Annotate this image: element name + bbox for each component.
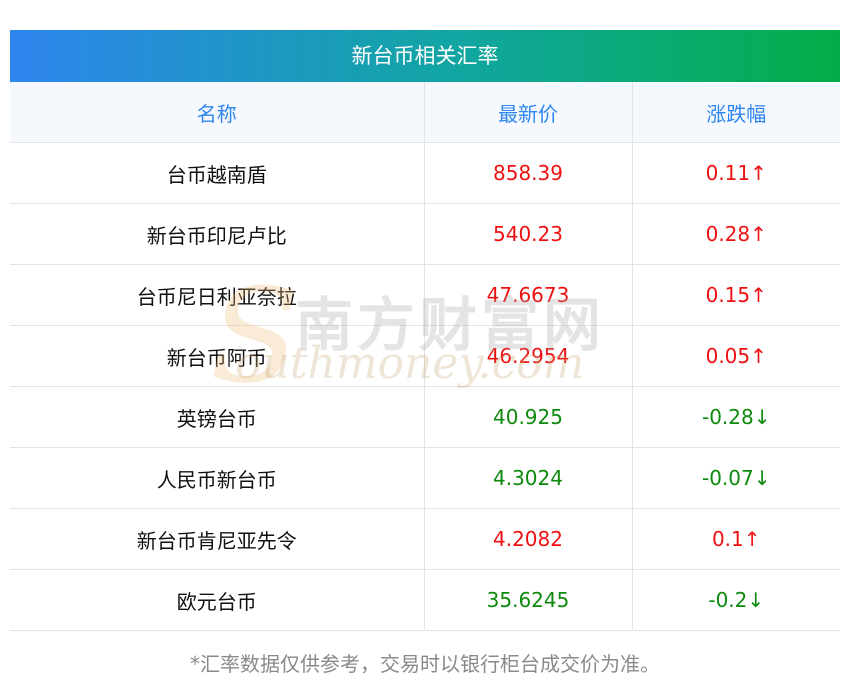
rate-table: 名称 最新价 涨跌幅 台币越南盾 858.39 0.11↑ 新台币印尼卢比 54… xyxy=(10,82,840,631)
currency-pair-name[interactable]: 台币尼日利亚奈拉 xyxy=(10,264,425,326)
table-title: 新台币相关汇率 xyxy=(10,30,840,82)
currency-pair-name[interactable]: 欧元台币 xyxy=(10,569,425,631)
latest-price: 858.39 xyxy=(424,142,633,204)
table-row[interactable]: 新台币肯尼亚先令 4.2082 0.1↑ xyxy=(10,508,840,570)
rate-card: 新台币相关汇率 名称 最新价 涨跌幅 台币越南盾 858.39 0.11↑ 新台… xyxy=(0,0,850,697)
currency-pair-name[interactable]: 新台币印尼卢比 xyxy=(10,203,425,265)
latest-price: 47.6673 xyxy=(424,264,633,326)
table-row[interactable]: 台币尼日利亚奈拉 47.6673 0.15↑ xyxy=(10,264,840,326)
latest-price: 540.23 xyxy=(424,203,633,265)
table-header-row: 名称 最新价 涨跌幅 xyxy=(10,82,840,143)
change-percent: 0.05↑ xyxy=(632,325,840,387)
latest-price: 46.2954 xyxy=(424,325,633,387)
currency-pair-name[interactable]: 英镑台币 xyxy=(10,386,425,448)
table-row[interactable]: 台币越南盾 858.39 0.11↑ xyxy=(10,142,840,204)
currency-pair-name[interactable]: 新台币肯尼亚先令 xyxy=(10,508,425,570)
latest-price: 40.925 xyxy=(424,386,633,448)
change-percent: 0.28↑ xyxy=(632,203,840,265)
column-header-change: 涨跌幅 xyxy=(632,82,840,143)
table-row[interactable]: 欧元台币 35.6245 -0.2↓ xyxy=(10,569,840,631)
latest-price: 35.6245 xyxy=(424,569,633,631)
currency-pair-name[interactable]: 台币越南盾 xyxy=(10,142,425,204)
table-row[interactable]: 新台币阿币 46.2954 0.05↑ xyxy=(10,325,840,387)
latest-price: 4.3024 xyxy=(424,447,633,509)
change-percent: -0.28↓ xyxy=(632,386,840,448)
table-row[interactable]: 人民币新台币 4.3024 -0.07↓ xyxy=(10,447,840,509)
latest-price: 4.2082 xyxy=(424,508,633,570)
change-percent: -0.07↓ xyxy=(632,447,840,509)
column-header-price: 最新价 xyxy=(424,82,633,143)
disclaimer-footnote: *汇率数据仅供参考，交易时以银行柜台成交价为准。 xyxy=(190,652,660,676)
currency-pair-name[interactable]: 新台币阿币 xyxy=(10,325,425,387)
change-percent: 0.1↑ xyxy=(632,508,840,570)
column-header-name: 名称 xyxy=(10,82,425,143)
change-percent: -0.2↓ xyxy=(632,569,840,631)
currency-pair-name[interactable]: 人民币新台币 xyxy=(10,447,425,509)
change-percent: 0.15↑ xyxy=(632,264,840,326)
table-row[interactable]: 英镑台币 40.925 -0.28↓ xyxy=(10,386,840,448)
table-row[interactable]: 新台币印尼卢比 540.23 0.28↑ xyxy=(10,203,840,265)
change-percent: 0.11↑ xyxy=(632,142,840,204)
